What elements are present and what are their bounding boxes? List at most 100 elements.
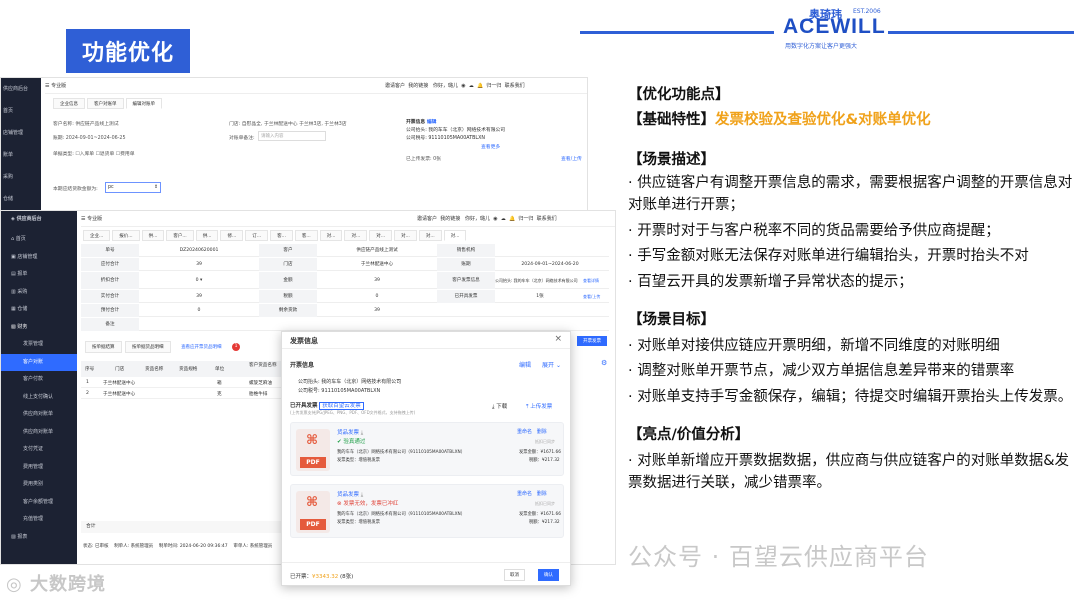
tab-company[interactable]: 企业信息 [53,98,85,109]
invoice-edit-link[interactable]: 编辑 [427,120,437,125]
avatar-icon[interactable]: ◉ [493,216,497,222]
doc-type-return[interactable]: 退货单 [100,152,114,157]
card-name-text: 货品发票 [337,430,360,436]
sidebar-item-balance[interactable]: 客户余额管理 [1,494,77,512]
invoice-card[interactable]: ⌘ PDF 货品发票 ⤓ ✔ 验真通过 重命名 删除 抵扣已同步 我的车车（北京）… [290,422,564,476]
rename-link[interactable]: 重命名 [517,429,532,435]
user-greeting[interactable]: 你好，璐儿 [433,83,458,89]
sidebar-item-report[interactable]: ▨ 报表 [1,529,77,547]
invite-link[interactable]: 邀请客户 [417,216,437,222]
stepper-icon[interactable]: ⇕ [154,183,158,193]
download-button[interactable]: ⤓ 下载 [492,402,507,411]
invite-link[interactable]: 邀请客户 [385,83,405,89]
subtab-by-doc[interactable]: 按单据结算 [85,341,122,353]
settings-gear-icon[interactable]: ⚙ [601,359,607,367]
download-icon[interactable]: ⤓ [361,430,363,436]
tab-edit-statement[interactable]: 编辑对账单 [125,98,162,109]
tab-item[interactable]: 企业... [83,230,111,241]
switch-link[interactable]: 归一归 [518,216,533,222]
sidebar-item-label: 报单 [17,271,28,277]
download-icon[interactable]: ⤓ [361,492,363,498]
close-icon[interactable]: × [554,334,562,344]
tab-item[interactable]: 供... [141,230,165,241]
confirm-button[interactable]: 确认 [538,569,559,581]
avatar-icon[interactable]: ◉ [461,83,465,89]
doc-type-expense[interactable]: 费用单 [120,152,134,157]
sidebar-item-home[interactable]: ⌂ 首页 [1,231,77,249]
rename-link[interactable]: 重命名 [517,491,532,497]
view-more-link[interactable]: 查看更多 [481,143,500,150]
switch-link[interactable]: 归一归 [486,83,501,89]
tab-item[interactable]: 客户... [166,230,194,241]
invoice-card[interactable]: ⌘ PDF 货品发票 ⤓ ⊗ 发票无效，发票已冲红 重命名 删除 抵扣已同步 我的… [290,484,564,538]
tab-item[interactable]: 客... [270,230,293,241]
get-baiwang-button[interactable]: 获取百望云发票 [319,402,364,410]
tab-item[interactable]: 订... [245,230,269,241]
invoice-detail-link[interactable]: 查看详情 [583,272,609,285]
tab-item[interactable]: 修... [220,230,244,241]
section-feature-points: 【优化功能点】 [628,87,730,103]
sidebar-item[interactable]: 采购 [1,166,41,188]
view-upload-link[interactable]: 查看/上传 [583,290,609,303]
tab-item[interactable]: 对... [344,230,368,241]
sidebar-item-customer-payment[interactable]: 客户付款 [1,371,77,389]
tab-item[interactable]: 报价... [112,230,140,241]
tab-item[interactable]: 对... [394,230,417,241]
subtab-by-goods[interactable]: 按单据货品明细 [125,341,171,353]
bell-icon[interactable]: 🔔 [477,83,483,89]
sidebar-item-invoice[interactable]: 发票管理 [1,336,77,354]
contact-link[interactable]: 联系我们 [537,216,557,222]
bell-icon[interactable]: 🔔 [509,216,515,222]
view-upload-link[interactable]: 查看/上传 [561,155,582,162]
delete-link[interactable]: 删除 [537,491,547,497]
sidebar-item[interactable]: 供应商后台 [1,78,41,100]
sidebar-item-customer-recon[interactable]: 客户对账 [1,353,77,371]
remark-input[interactable]: 请输入内容 [258,131,326,141]
sidebar-item-supplier-statement[interactable]: 供应商对账单 [1,406,77,424]
cancel-button[interactable]: 取消 [504,569,525,581]
subtab-should-invoice[interactable]: 查看应开票货品明细 [174,341,229,353]
value-item: · 对账单新增应开票数据数据，供应商与供应链客户的对账单数据&发票数据进行关联，… [628,452,1070,492]
cloud-icon[interactable]: ☁ [501,216,506,222]
modal-expand[interactable]: 展开 ⌄ [542,360,561,369]
upload-button[interactable]: ⤒ 上传发票 [526,402,552,411]
sidebar-item-purchase[interactable]: ▥ 采购 [1,284,77,302]
watermark-left-text: 大数跨境 [29,574,106,595]
sidebar-item[interactable]: 店铺管理 [1,122,41,144]
amount-input[interactable]: pc ⇕ [105,182,161,193]
tab-item-active[interactable]: 对... [443,230,467,241]
sidebar-item-expense-type[interactable]: 费用类别 [1,476,77,494]
th-goods-name: 货品名称 [145,367,164,372]
tab-customer-statement[interactable]: 客户对账单 [87,98,124,109]
sidebar-item-shop[interactable]: ▣ 店铺管理 [1,249,77,267]
open-invoice-button[interactable]: 开票发票 [577,336,607,346]
sidebar-item[interactable]: 账单 [1,144,41,166]
sidebar-item-finance[interactable]: ▧ 财务 [1,319,77,337]
sidebar-item-online-pay[interactable]: 线上支付确认 [1,389,77,407]
doc-type-inbound[interactable]: 入库单 [80,152,94,157]
cloud-icon[interactable]: ☁ [469,83,474,89]
sidebar-item-supplier-statement-2[interactable]: 供应商对账单 [1,424,77,442]
section-value: 【亮点/价值分析】 [628,427,750,443]
sidebar-item-warehouse[interactable]: ▦ 仓储 [1,301,77,319]
tab-item[interactable]: 对... [369,230,393,241]
pdf-label: PDF [300,519,326,530]
tab-item[interactable]: 供... [195,230,219,241]
contact-link[interactable]: 联系我们 [505,83,525,89]
sidebar-item[interactable]: 仓储 [1,188,41,210]
user-greeting[interactable]: 你好，璐儿 [465,216,490,222]
sidebar-item[interactable]: 首页 [1,100,41,122]
sidebar-item-expense[interactable]: 费用管理 [1,459,77,477]
topbar-1: ☰ 专业版 邀请客户 我的链接 你好，璐儿 ◉ ☁ 🔔 归一归 联系我们 [45,78,587,94]
sidebar-item-pay-voucher[interactable]: 支付凭证 [1,441,77,459]
sidebar-item-order[interactable]: ▤ 报单 [1,266,77,284]
detail-value: 39 [196,294,202,299]
sidebar-item-recharge[interactable]: 充值管理 [1,511,77,529]
delete-link[interactable]: 删除 [537,429,547,435]
my-link[interactable]: 我的链接 [408,83,428,89]
my-link[interactable]: 我的链接 [440,216,460,222]
modal-edit-link[interactable]: 编辑 [519,360,531,369]
tab-item[interactable]: 客... [294,230,318,241]
tab-item[interactable]: 对... [319,230,343,241]
tab-item[interactable]: 对... [418,230,442,241]
